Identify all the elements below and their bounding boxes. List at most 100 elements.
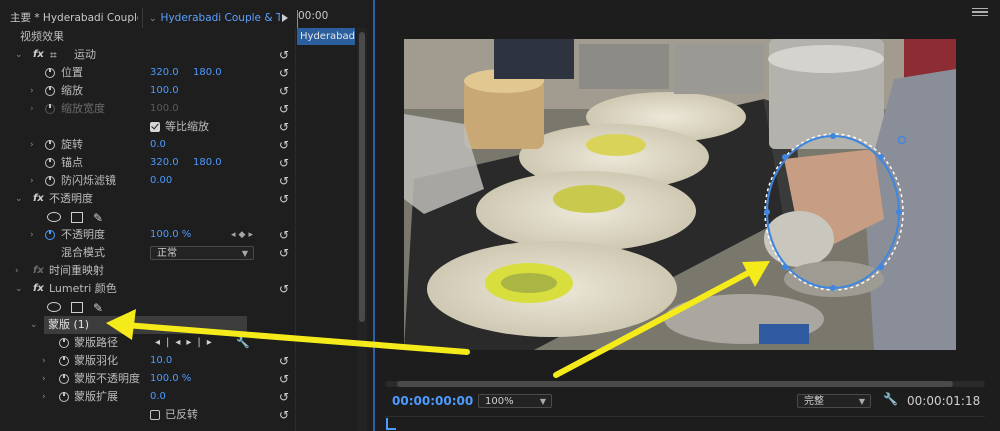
tab-master-clip[interactable]: 主要 * Hyderabadi Couple...	[10, 8, 138, 28]
wrench-icon[interactable]: 🔧	[236, 334, 250, 352]
rectangle-mask-icon[interactable]	[71, 212, 83, 223]
chevron-down-icon[interactable]: ⌄	[30, 316, 38, 334]
resolution-select[interactable]: 完整 ▼	[797, 394, 871, 408]
inverted-checkbox[interactable]	[150, 410, 160, 420]
pen-mask-icon[interactable]: ✎	[93, 209, 103, 227]
wrench-icon[interactable]: 🔧	[883, 392, 898, 406]
opacity-effect-row[interactable]: ⌄ fx 不透明度 ↺	[0, 190, 295, 208]
reset-icon[interactable]: ↺	[279, 226, 289, 244]
reset-icon[interactable]: ↺	[279, 352, 289, 370]
reset-icon[interactable]: ↺	[279, 154, 289, 172]
reset-icon[interactable]: ↺	[279, 388, 289, 406]
rectangle-mask-icon[interactable]	[71, 302, 83, 313]
anchor-x-value[interactable]: 320.0	[150, 154, 179, 172]
reset-icon[interactable]: ↺	[279, 100, 289, 118]
mask-handle[interactable]	[878, 154, 884, 160]
mask-tracking-buttons[interactable]: ◂|◂▸|▸	[155, 334, 218, 352]
tab-clip-selector[interactable]: ⌄ Hyderabadi Couple & T...	[142, 8, 280, 28]
zoom-select[interactable]: 100% ▼	[478, 394, 552, 408]
position-y-value[interactable]: 180.0	[193, 64, 222, 82]
stopwatch-icon[interactable]	[45, 176, 55, 186]
mask-handle[interactable]	[782, 264, 788, 270]
timeline-clip-bar[interactable]: Hyderabadi C	[297, 28, 355, 45]
mask-handle[interactable]	[830, 133, 836, 139]
reset-icon[interactable]: ↺	[279, 46, 289, 64]
timeline-playhead[interactable]	[297, 10, 298, 28]
lumetri-label: Lumetri 颜色	[49, 282, 117, 295]
chevron-right-icon[interactable]: ›	[30, 226, 34, 244]
ellipse-mask-icon[interactable]	[47, 212, 61, 222]
transform-handle-icon[interactable]: ⌗	[50, 46, 57, 64]
position-x-value[interactable]: 320.0	[150, 64, 179, 82]
keyframe-nav-icon[interactable]: ◂◆▸	[231, 226, 256, 244]
chevron-down-icon[interactable]: ⌄	[15, 46, 23, 64]
lumetri-effect-row[interactable]: ⌄ fx Lumetri 颜色 ↺	[0, 280, 295, 298]
reset-icon[interactable]: ↺	[279, 82, 289, 100]
playhead-timecode[interactable]: 00:00:00:00	[392, 394, 473, 408]
chevron-down-icon[interactable]: ⌄	[15, 280, 23, 298]
play-icon[interactable]	[282, 14, 288, 22]
scrollbar-thumb[interactable]	[359, 32, 365, 322]
chevron-right-icon[interactable]: ›	[15, 262, 19, 280]
stopwatch-icon[interactable]	[45, 86, 55, 96]
antiflicker-value[interactable]: 0.00	[150, 172, 172, 190]
reset-icon[interactable]: ↺	[279, 64, 289, 82]
monitor-scroll-thumb[interactable]	[397, 381, 953, 387]
opacity-value[interactable]: 100.0 %	[150, 226, 191, 244]
stopwatch-icon[interactable]	[59, 338, 69, 348]
motion-effect-row[interactable]: ⌄ fx ⌗ 运动 ↺	[0, 46, 295, 64]
chevron-right-icon[interactable]: ›	[42, 352, 46, 370]
mask-handle[interactable]	[830, 285, 836, 291]
reset-icon[interactable]: ↺	[279, 172, 289, 190]
reset-icon[interactable]: ↺	[279, 280, 289, 298]
scale-value[interactable]: 100.0	[150, 82, 179, 100]
ellipse-mask-icon[interactable]	[47, 302, 61, 312]
fx-icon[interactable]: fx	[33, 46, 44, 64]
mask-row[interactable]: ⌄ 蒙版 (1)	[0, 316, 295, 334]
uniform-scale-checkbox[interactable]	[150, 122, 160, 132]
chevron-right-icon[interactable]: ›	[30, 82, 34, 100]
mask-expansion-value[interactable]: 0.0	[150, 388, 166, 406]
chevron-right-icon[interactable]: ›	[30, 172, 34, 190]
fx-icon: fx	[33, 265, 44, 276]
chevron-right-icon[interactable]: ›	[42, 388, 46, 406]
stopwatch-icon[interactable]	[59, 374, 69, 384]
video-frame[interactable]	[404, 39, 956, 350]
mask-handle[interactable]	[896, 209, 902, 215]
time-remap-row[interactable]: › fx 时间重映射	[0, 262, 295, 280]
reset-icon[interactable]: ↺	[279, 118, 289, 136]
stopwatch-icon[interactable]	[45, 158, 55, 168]
chevron-right-icon[interactable]: ›	[30, 136, 34, 154]
stopwatch-icon[interactable]	[59, 392, 69, 402]
anchor-y-value[interactable]: 180.0	[193, 154, 222, 172]
reset-icon[interactable]: ↺	[279, 190, 289, 208]
stopwatch-icon[interactable]	[45, 140, 55, 150]
opacity-row: › 不透明度 100.0 % ◂◆▸ ↺	[0, 226, 295, 244]
rotation-value[interactable]: 0.0	[150, 136, 166, 154]
mask-handle[interactable]	[878, 264, 884, 270]
reset-icon[interactable]: ↺	[279, 244, 289, 262]
panel-divider	[295, 28, 296, 431]
mask-feather-value[interactable]: 10.0	[150, 352, 172, 370]
pen-mask-icon[interactable]: ✎	[93, 299, 103, 317]
panel-menu-icon[interactable]	[972, 8, 988, 16]
effect-list: 视频效果 ⌄ fx ⌗ 运动 ↺ 位置 320.0 180.0 ↺ › 缩放 1…	[0, 28, 295, 431]
chevron-down-icon: ▼	[241, 249, 248, 258]
fx-icon[interactable]: fx	[33, 280, 44, 298]
monitor-playhead[interactable]	[386, 418, 396, 430]
chevron-down-icon[interactable]: ⌄	[15, 190, 23, 208]
stopwatch-icon[interactable]	[59, 356, 69, 366]
mask-opacity-value[interactable]: 100.0 %	[150, 370, 191, 388]
stopwatch-icon[interactable]	[45, 230, 55, 240]
reset-icon[interactable]: ↺	[279, 406, 289, 424]
reset-icon[interactable]: ↺	[279, 370, 289, 388]
chevron-right-icon[interactable]: ›	[42, 370, 46, 388]
reset-icon[interactable]: ↺	[279, 136, 289, 154]
antiflicker-row: › 防闪烁滤镜 0.00 ↺	[0, 172, 295, 190]
fx-icon[interactable]: fx	[33, 190, 44, 208]
monitor-time-ruler[interactable]	[385, 416, 985, 431]
mask-handle[interactable]	[764, 209, 770, 215]
blend-mode-select[interactable]: 正常 ▼	[150, 246, 254, 260]
stopwatch-icon[interactable]	[45, 68, 55, 78]
mask-handle[interactable]	[782, 154, 788, 160]
